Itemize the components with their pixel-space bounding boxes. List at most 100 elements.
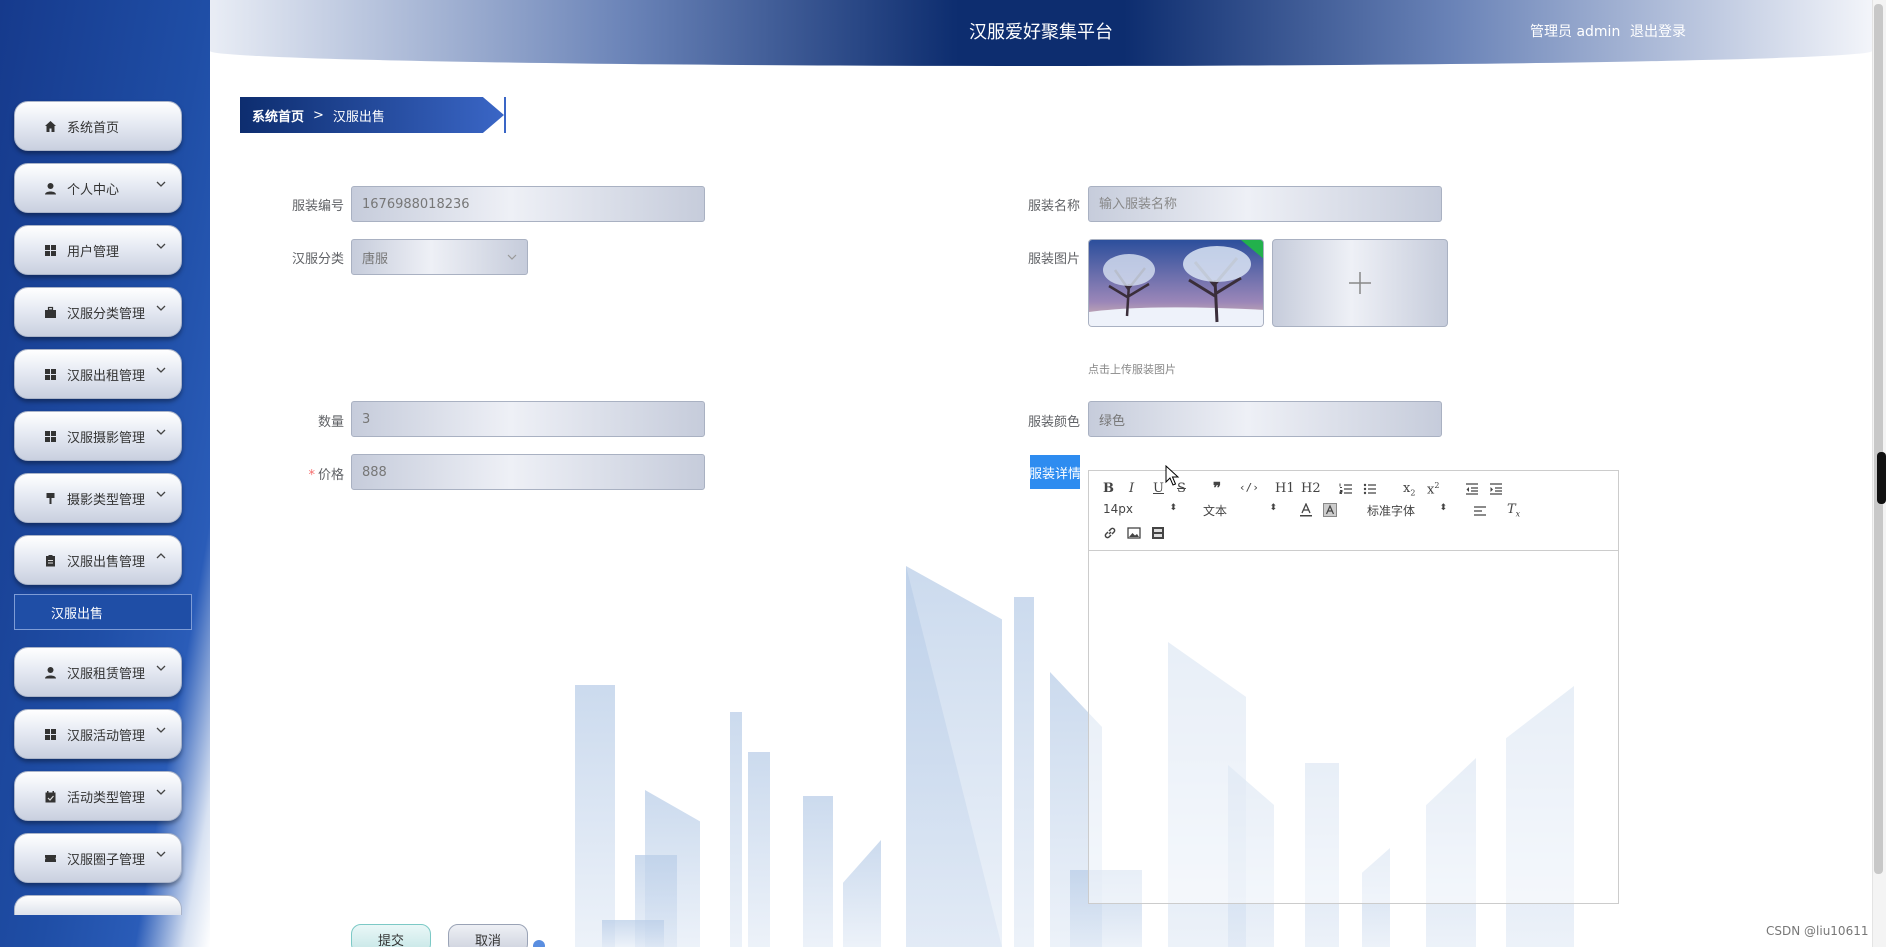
text-type-select[interactable]: 文本 ⬍ (1203, 502, 1277, 519)
code-input[interactable] (362, 187, 704, 221)
rich-text-editor: B I U S ❞ ‹/› H1 H2 x2 x2 14px ⬍ 文本 ⬍ 标准字体… (1088, 470, 1619, 904)
align-left-icon[interactable] (1473, 504, 1487, 518)
sidebar-item-users[interactable]: 用户管理 (14, 225, 182, 275)
chevron-down-icon (156, 491, 166, 497)
app-title: 汉服爱好聚集平台 (969, 22, 1113, 43)
grid-icon (43, 727, 57, 741)
sidebar-item-label: 用户管理 (67, 244, 120, 260)
sidebar-item-activity-type[interactable]: 活动类型管理 (14, 771, 182, 821)
current-user: 管理员 admin (1530, 24, 1621, 40)
breadcrumb-current: 汉服出售 (332, 109, 385, 125)
text-type-value: 文本 (1203, 504, 1228, 518)
superscript-button[interactable]: x2 (1427, 481, 1439, 497)
user-icon (43, 665, 57, 679)
price-input[interactable] (362, 455, 704, 489)
chevron-down-icon (156, 305, 166, 311)
sort-arrows-icon: ⬍ (1269, 503, 1277, 513)
price-label-text: 价格 (317, 468, 344, 483)
chevron-down-icon (156, 181, 166, 187)
image-upload-hint: 点击上传服装图片 (1088, 363, 1176, 376)
sidebar-item-activity[interactable]: 汉服活动管理 (14, 709, 182, 759)
sidebar-item-sale[interactable]: 汉服出售管理 (14, 535, 182, 585)
category-select[interactable]: 唐服 (351, 239, 528, 275)
italic-button[interactable]: I (1129, 481, 1134, 496)
video-icon[interactable] (1151, 526, 1165, 540)
price-field[interactable] (351, 454, 705, 490)
calendar-icon (43, 789, 57, 803)
code-block-button[interactable]: ‹/› (1239, 481, 1259, 494)
quantity-input[interactable] (362, 402, 704, 436)
watermark: CSDN @liu10611 (1766, 924, 1869, 938)
font-color-icon[interactable] (1299, 503, 1313, 517)
subscript-button[interactable]: x2 (1403, 481, 1415, 498)
sidebar-item-circle[interactable]: 汉服圈子管理 (14, 833, 182, 883)
detail-label: 服装详情 (1030, 455, 1080, 489)
h2-button[interactable]: H2 (1301, 481, 1321, 496)
price-label: * 价格 (254, 464, 344, 483)
link-icon[interactable] (1103, 526, 1117, 540)
h1-button[interactable]: H1 (1275, 481, 1295, 496)
image-upload-button[interactable] (1272, 239, 1448, 327)
chevron-down-icon (156, 727, 166, 733)
font-size-select[interactable]: 14px ⬍ (1103, 502, 1177, 516)
sidebar-item-label: 活动类型管理 (67, 790, 146, 806)
chevron-down-icon (507, 254, 517, 260)
sidebar-item-profile[interactable]: 个人中心 (14, 163, 182, 213)
grid-icon (43, 429, 57, 443)
category-value: 唐服 (362, 251, 389, 267)
chevron-down-icon (156, 789, 166, 795)
breadcrumb-home[interactable]: 系统首页 (252, 106, 304, 125)
quantity-field[interactable] (351, 401, 705, 437)
plus-icon (1349, 272, 1371, 294)
uploaded-image[interactable] (1088, 239, 1264, 327)
logout-link[interactable]: 退出登录 (1630, 21, 1686, 41)
indent-icon[interactable] (1489, 482, 1503, 496)
sidebar-item-category[interactable]: 汉服分类管理 (14, 287, 182, 337)
sidebar-item-label: 个人中心 (67, 182, 120, 198)
required-mark: * (308, 468, 315, 483)
color-input[interactable] (1099, 402, 1441, 436)
bold-button[interactable]: B (1103, 481, 1114, 496)
image-label: 服装图片 (1027, 252, 1080, 267)
outdent-icon[interactable] (1465, 482, 1479, 496)
sidebar-item-label: 汉服租赁管理 (67, 666, 146, 682)
bullet-list-icon[interactable] (1363, 482, 1377, 496)
sort-arrows-icon: ⬍ (1439, 503, 1447, 513)
image-icon[interactable] (1127, 526, 1141, 540)
name-input[interactable] (1099, 187, 1441, 221)
scrollbar-thumb[interactable] (1874, 4, 1883, 874)
ordered-list-icon[interactable] (1339, 482, 1353, 496)
submit-button[interactable]: 提交 (351, 924, 431, 947)
sidebar-item-partial[interactable] (14, 895, 182, 915)
sidebar-item-photo-type[interactable]: 摄影类型管理 (14, 473, 182, 523)
chevron-down-icon (156, 429, 166, 435)
sidebar-item-lease[interactable]: 汉服租赁管理 (14, 647, 182, 697)
clear-format-button[interactable]: Tx (1507, 502, 1520, 519)
name-field[interactable] (1088, 186, 1442, 222)
category-label: 汉服分类 (291, 252, 344, 267)
sidebar-item-label: 汉服圈子管理 (67, 852, 146, 868)
sidebar-item-home[interactable]: 系统首页 (14, 101, 182, 151)
background-color-icon[interactable] (1323, 503, 1337, 517)
quantity-label: 数量 (317, 415, 344, 430)
chevron-up-icon (156, 553, 166, 559)
font-family-select[interactable]: 标准字体 ⬍ (1367, 502, 1447, 519)
breadcrumb: 系统首页 > 汉服出售 (240, 97, 504, 133)
underline-button[interactable]: U (1153, 481, 1164, 496)
sort-arrows-icon: ⬍ (1169, 503, 1177, 513)
quote-button[interactable]: ❞ (1213, 479, 1221, 497)
color-field[interactable] (1088, 401, 1442, 437)
sidebar-item-photography[interactable]: 汉服摄影管理 (14, 411, 182, 461)
sidebar-item-rental[interactable]: 汉服出租管理 (14, 349, 182, 399)
sidebar-item-label: 汉服活动管理 (67, 728, 146, 744)
top-header: 汉服爱好聚集平台 管理员 admin 退出登录 (210, 0, 1872, 66)
sidebar-item-label: 汉服摄影管理 (67, 430, 146, 446)
mouse-cursor-icon (1165, 465, 1180, 486)
code-field[interactable] (351, 186, 705, 222)
partial-circle-icon (533, 940, 545, 947)
editor-content[interactable] (1089, 551, 1618, 903)
sidebar: 系统首页 个人中心 用户管理 汉服分类管理 汉服出租管理 汉服摄影管理 摄影类型… (0, 0, 210, 947)
chevron-down-icon (156, 665, 166, 671)
submenu-item-sale[interactable]: 汉服出售 (14, 594, 192, 630)
cancel-button[interactable]: 取消 (448, 924, 528, 947)
